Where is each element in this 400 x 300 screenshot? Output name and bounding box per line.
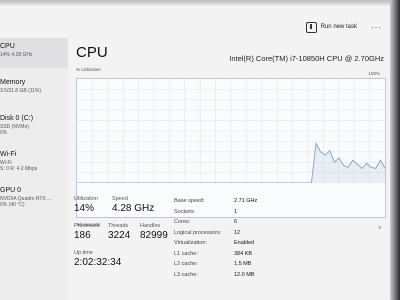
stat-value: 14% (74, 203, 95, 214)
detail-value: 6 (234, 219, 238, 226)
more-options-icon[interactable]: ··· (371, 23, 382, 32)
stat-label: Speed (112, 196, 128, 202)
stat-uptime: Up time 2:02:32:34 (74, 250, 121, 268)
sidebar-item-detail: S: 0 R: 4.2 Mbps (0, 166, 38, 172)
sidebar-item-subtitle: 14% 4.28 GHz (0, 52, 33, 58)
detail-key: L3 cache: (174, 271, 198, 278)
stat-utilization: Utilization 14% (74, 196, 98, 214)
detail-key: Cores: (174, 219, 191, 226)
detail-key: L2 cache: (174, 261, 198, 268)
page-title: CPU (76, 44, 108, 61)
stat-value: 3224 (108, 230, 131, 241)
screen-bezel-right (390, 0, 400, 300)
detail-row: L1 cache: 384 KB (174, 249, 294, 260)
run-new-task-button[interactable]: Run new task (305, 21, 357, 33)
sidebar-item-title: Memory (0, 79, 26, 86)
stat-handles: Handles 82999 (140, 223, 168, 241)
stat-label: Utilization (74, 196, 98, 202)
stat-label: Up time (74, 250, 93, 256)
detail-row: Base speed: 2.71 GHz (174, 196, 294, 207)
run-task-icon (305, 21, 317, 33)
stat-threads: Threads 3224 (108, 223, 130, 241)
stat-value: 186 (74, 230, 91, 241)
stat-value: 4.28 GHz (112, 203, 155, 214)
stat-label: Threads (108, 223, 129, 229)
screen-bezel-top (0, 0, 400, 6)
detail-row: Virtualization: Enabled (174, 238, 294, 249)
detail-row: L3 cache: 12.0 MB (174, 270, 294, 281)
detail-row: L2 cache: 1.5 MB (174, 259, 294, 270)
detail-value: 384 KB (234, 250, 253, 257)
sidebar-item-title: GPU 0 (0, 187, 22, 194)
graph-max-label: 100% (368, 71, 380, 76)
sidebar-item-subtitle: 3.5/31.8 GB (11%) (0, 88, 42, 94)
detail-value: 2.71 GHz (234, 198, 258, 205)
sidebar-item-disk[interactable]: Disk 0 (C:) SSD (NVMe) 0% (0, 110, 68, 140)
detail-value: 1 (234, 208, 238, 215)
utilization-axis-label: % Utilization (76, 67, 101, 72)
utilization-graph-canvas (77, 79, 385, 183)
stat-label: Handles (140, 223, 161, 229)
sidebar-item-title: CPU (0, 43, 15, 50)
sidebar-item-memory[interactable]: Memory 3.5/31.8 GB (11%) (0, 74, 68, 104)
detail-row: Cores: 6 (174, 217, 294, 228)
detail-key: Sockets: (174, 208, 196, 215)
cpu-details-table: Base speed: 2.71 GHz Sockets: 1 Cores: 6… (174, 196, 294, 280)
performance-sidebar: CPU 14% 4.28 GHz Memory 3.5/31.8 GB (11%… (0, 38, 68, 300)
detail-key: Base speed: (174, 198, 205, 205)
detail-row: Sockets: 1 (174, 207, 294, 218)
sidebar-item-gpu[interactable]: GPU 0 NVIDIA Quadro RTX ... 0% (40 °C) (0, 182, 68, 212)
sidebar-item-title: Disk 0 (C:) (0, 115, 34, 122)
detail-value: 12 (234, 229, 241, 236)
sidebar-item-cpu[interactable]: CPU 14% 4.28 GHz (0, 38, 68, 68)
sidebar-item-detail: 0% (0, 130, 8, 136)
detail-key: Virtualization: (174, 240, 207, 247)
cpu-performance-panel: CPU Intel(R) Core(TM) i7-10850H CPU @ 2.… (74, 40, 386, 300)
stat-value: 2:02:32:34 (74, 257, 122, 268)
detail-row: Logical processors: 12 (174, 228, 294, 239)
toolbar: Run new task ··· (305, 14, 382, 40)
stat-speed: Speed 4.28 GHz (112, 196, 154, 214)
detail-value: Enabled (234, 240, 255, 247)
sidebar-item-title: Wi-Fi (0, 151, 17, 158)
stat-processes: Processes 186 (74, 223, 100, 241)
detail-value: 1.5 MB (234, 261, 252, 268)
detail-key: L1 cache: (174, 250, 198, 257)
stat-label: Processes (74, 223, 100, 229)
stat-value: 82999 (140, 230, 168, 241)
detail-value: 12.0 MB (234, 271, 255, 278)
sidebar-item-wifi[interactable]: Wi-Fi Wi-Fi S: 0 R: 4.2 Mbps (0, 146, 68, 176)
task-manager-window: Run new task ··· CPU 14% 4.28 GHz Memory… (0, 0, 400, 300)
run-new-task-label: Run new task (320, 24, 357, 30)
detail-key: Logical processors: (174, 229, 222, 236)
cpu-model-name: Intel(R) Core(TM) i7-10850H CPU @ 2.70GH… (229, 54, 384, 63)
graph-min-label: 0 (378, 225, 381, 230)
sidebar-item-detail: 0% (40 °C) (0, 202, 25, 208)
